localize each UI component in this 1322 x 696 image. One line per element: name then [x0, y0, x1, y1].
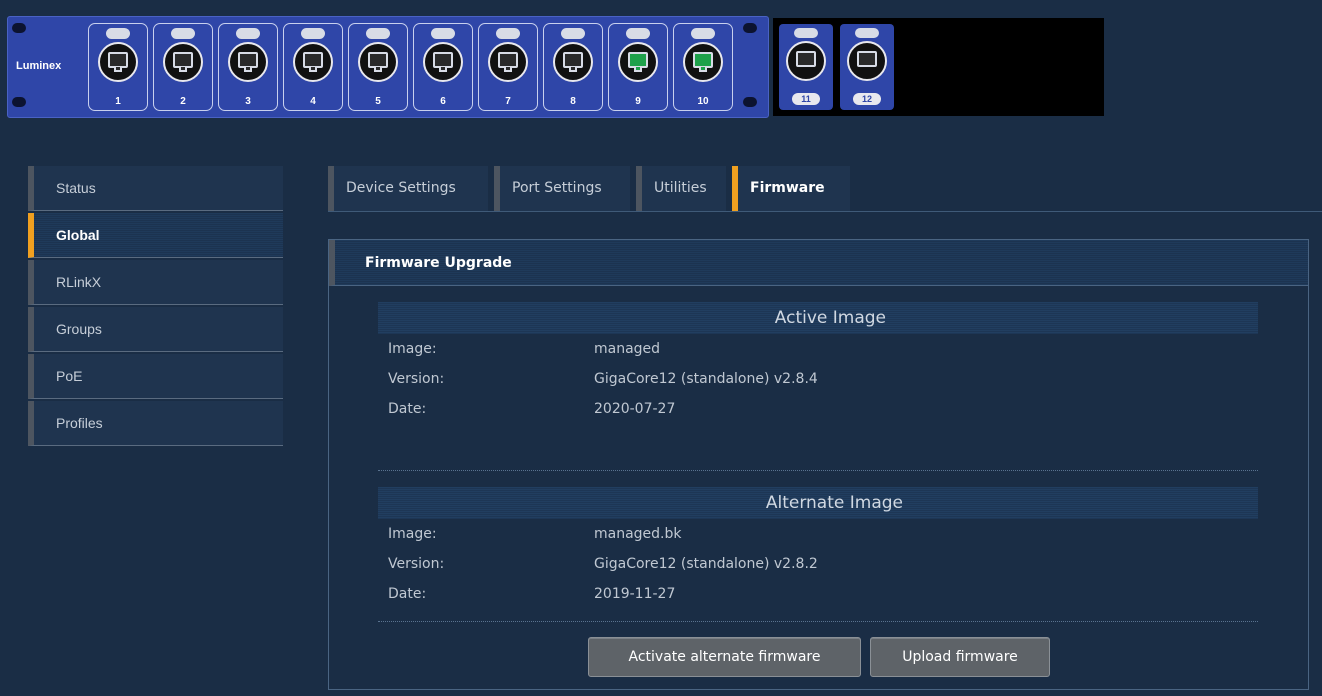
ethernet-port-icon: [163, 42, 203, 82]
port-label: 1: [115, 96, 121, 107]
tab-device-settings[interactable]: Device Settings: [328, 166, 488, 211]
port-4[interactable]: 4: [283, 23, 343, 111]
port-2[interactable]: 2: [153, 23, 213, 111]
sidebar-item-label: PoE: [56, 368, 83, 384]
tab-bar: Device Settings Port Settings Utilities …: [328, 166, 1322, 212]
device-panel: Luminex 1 2 3 4 5 6 7 8 9 10: [7, 16, 769, 118]
mount-hole: [743, 23, 757, 33]
port-3[interactable]: 3: [218, 23, 278, 111]
tab-label: Utilities: [654, 180, 707, 196]
sidebar-item-groups[interactable]: Groups: [28, 307, 283, 352]
port-7[interactable]: 7: [478, 23, 538, 111]
active-image-title: Active Image: [378, 302, 1258, 334]
active-date-value: 2020-07-27: [594, 401, 676, 417]
port-label: 9: [635, 96, 641, 107]
divider: [378, 470, 1258, 471]
upload-firmware-button[interactable]: Upload firmware: [870, 637, 1050, 677]
panel-title: Firmware Upgrade: [329, 240, 1308, 286]
port-6[interactable]: 6: [413, 23, 473, 111]
port-11[interactable]: 11: [779, 24, 833, 110]
active-version-value: GigaCore12 (standalone) v2.8.4: [594, 371, 818, 387]
alternate-date-value: 2019-11-27: [594, 586, 676, 602]
alternate-version-value: GigaCore12 (standalone) v2.8.2: [594, 556, 818, 572]
sidebar-item-label: Global: [56, 227, 100, 243]
tab-port-settings[interactable]: Port Settings: [494, 166, 630, 211]
mount-hole: [743, 97, 757, 107]
ethernet-port-icon: [293, 42, 333, 82]
tab-label: Port Settings: [512, 180, 602, 196]
port-label: 3: [245, 96, 251, 107]
activate-alternate-firmware-button[interactable]: Activate alternate firmware: [588, 637, 861, 677]
ethernet-port-icon: [553, 42, 593, 82]
sidebar: Status Global RLinkX Groups PoE Profiles: [28, 166, 283, 448]
port-label: 4: [310, 96, 316, 107]
port-8[interactable]: 8: [543, 23, 603, 111]
alternate-image-title: Alternate Image: [378, 487, 1258, 519]
alternate-date-key: Date:: [388, 586, 427, 602]
sidebar-item-label: Profiles: [56, 415, 103, 431]
tab-firmware[interactable]: Firmware: [732, 166, 850, 211]
port-label: 11: [792, 93, 820, 105]
sfp-module: 11 12: [773, 18, 1104, 116]
ethernet-port-icon: [786, 41, 826, 81]
ethernet-port-icon: [423, 42, 463, 82]
tab-label: Device Settings: [346, 180, 456, 196]
port-12[interactable]: 12: [840, 24, 894, 110]
firmware-panel: Firmware Upgrade Active Image Image: man…: [328, 239, 1309, 690]
port-label: 8: [570, 96, 576, 107]
port-label: 6: [440, 96, 446, 107]
port-label: 12: [853, 93, 881, 105]
active-image-value: managed: [594, 341, 661, 357]
tab-label: Firmware: [750, 180, 825, 196]
sidebar-item-label: Status: [56, 180, 96, 196]
divider: [378, 621, 1258, 622]
port-5[interactable]: 5: [348, 23, 408, 111]
alternate-image-value: managed.bk: [594, 526, 682, 542]
tab-utilities[interactable]: Utilities: [636, 166, 726, 211]
sidebar-item-poe[interactable]: PoE: [28, 354, 283, 399]
alternate-image-key: Image:: [388, 526, 437, 542]
ethernet-port-active-icon: [618, 42, 658, 82]
port-label: 7: [505, 96, 511, 107]
port-label: 2: [180, 96, 186, 107]
port-label: 10: [697, 96, 709, 107]
ethernet-port-icon: [847, 41, 887, 81]
ethernet-port-icon: [228, 42, 268, 82]
sidebar-item-profiles[interactable]: Profiles: [28, 401, 283, 446]
sidebar-item-label: RLinkX: [56, 274, 102, 290]
sidebar-item-status[interactable]: Status: [28, 166, 283, 211]
ethernet-port-active-icon: [683, 42, 723, 82]
ethernet-port-icon: [488, 42, 528, 82]
port-label: 5: [375, 96, 381, 107]
port-10[interactable]: 10: [673, 23, 733, 111]
port-1[interactable]: 1: [88, 23, 148, 111]
brand-logo: Luminex: [16, 60, 62, 72]
mount-hole: [12, 97, 26, 107]
active-version-key: Version:: [388, 371, 445, 387]
ethernet-port-icon: [358, 42, 398, 82]
alternate-version-key: Version:: [388, 556, 445, 572]
active-image-key: Image:: [388, 341, 437, 357]
sidebar-item-rlinkx[interactable]: RLinkX: [28, 260, 283, 305]
mount-hole: [12, 23, 26, 33]
sidebar-item-label: Groups: [56, 321, 102, 337]
sidebar-item-global[interactable]: Global: [28, 213, 283, 258]
ethernet-port-icon: [98, 42, 138, 82]
port-9[interactable]: 9: [608, 23, 668, 111]
active-date-key: Date:: [388, 401, 427, 417]
